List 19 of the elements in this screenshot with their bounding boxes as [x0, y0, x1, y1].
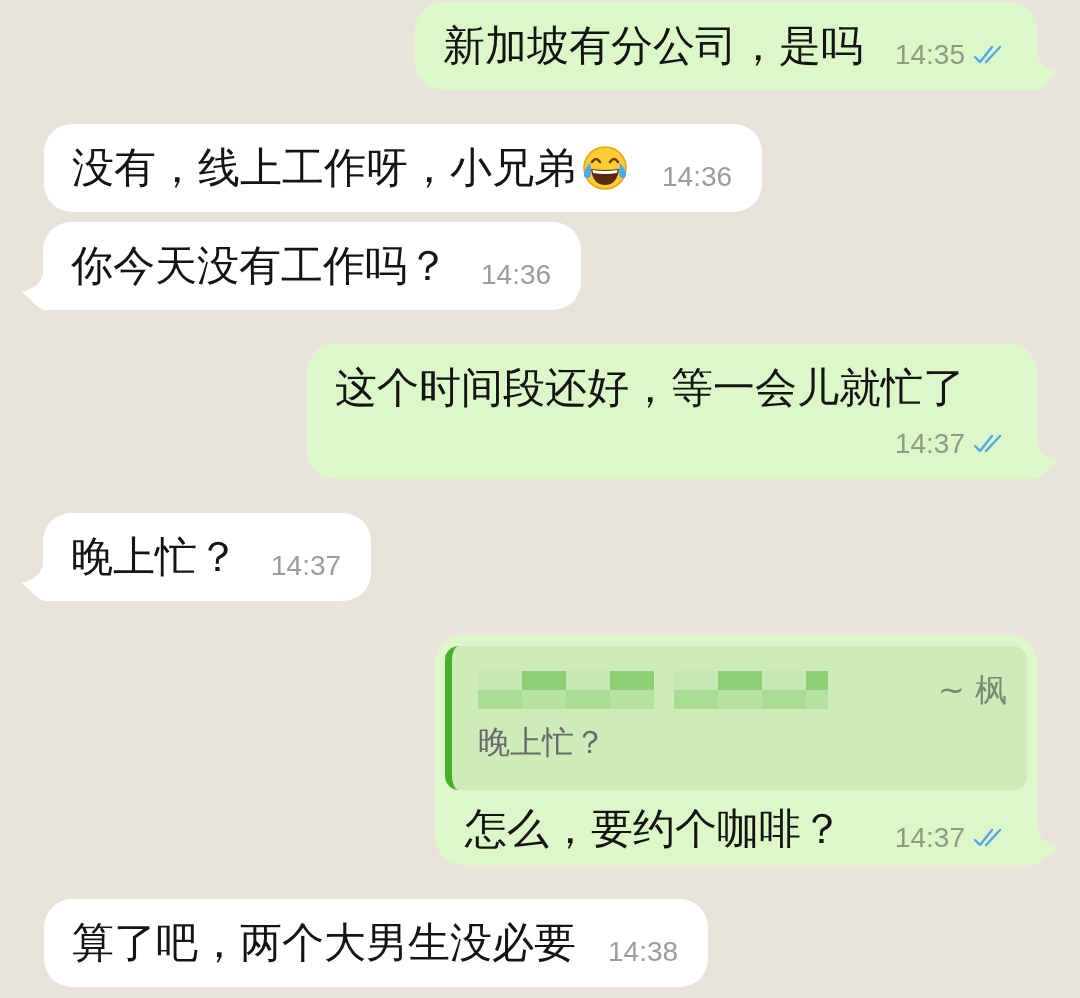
message-text: 晚上忙？ [71, 531, 239, 583]
message-time: 14:36 [662, 160, 733, 194]
message-text: 怎么，要约个咖啡？ [465, 803, 843, 855]
quoted-message[interactable]: ~ 枫 晚上忙？ [445, 646, 1027, 790]
message-text: 这个时间段还好，等一会儿就忙了 [335, 362, 965, 414]
message-time: 14:36 [481, 258, 552, 292]
message-time: 14:37 [894, 821, 965, 855]
message-text: 你今天没有工作吗？ [71, 240, 449, 292]
quoted-text: 晚上忙？ [478, 722, 607, 762]
message-text: 新加坡有分公司，是吗 [442, 20, 863, 72]
message-time: 14:35 [894, 38, 965, 72]
incoming-message-bubble[interactable]: 没有，线上工作呀，小兄弟 14:36 [44, 124, 763, 212]
message-time: 14:37 [894, 427, 965, 461]
quote-author: ~ 枫 [938, 670, 1007, 710]
incoming-message-bubble[interactable]: 算了吧，两个大男生没必要 14:38 [44, 899, 709, 987]
message-time: 14:37 [271, 549, 342, 583]
message-text: 算了吧，两个大男生没必要 [72, 917, 576, 969]
message-text: 没有，线上工作呀，小兄弟 [72, 142, 576, 194]
message-time: 14:38 [608, 935, 679, 969]
